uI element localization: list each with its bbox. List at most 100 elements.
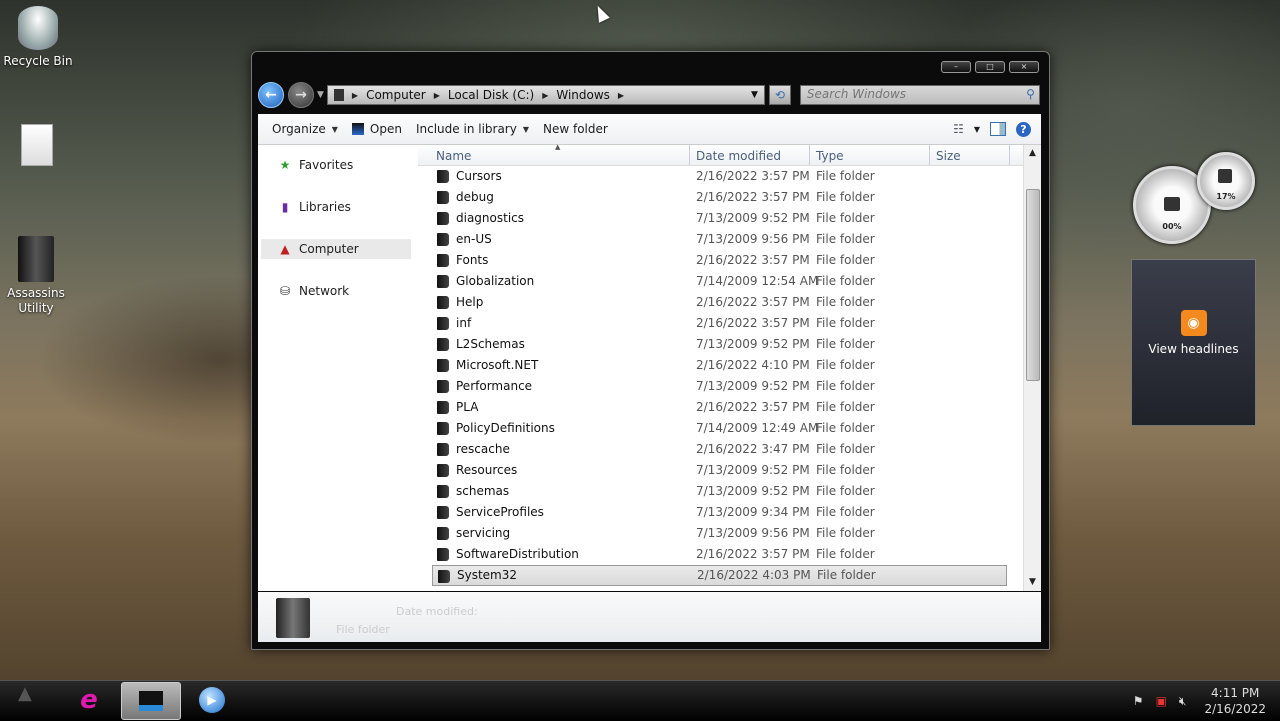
nav-item-network[interactable]: ⛁ Network	[261, 281, 411, 301]
file-row[interactable]: Cursors 2/16/2022 3:57 PM File folder	[418, 166, 1023, 187]
address-bar[interactable]: ▶ Computer ▶ Local Disk (C:) ▶ Windows ▶…	[326, 85, 765, 105]
folder-icon	[437, 275, 449, 288]
file-row[interactable]: PolicyDefinitions 7/14/2009 12:49 AM File …	[418, 418, 1023, 439]
scroll-up-button[interactable]: ▲	[1024, 145, 1041, 162]
file-date-modified: 2/16/2022 4:03 PM	[697, 568, 811, 582]
organize-button[interactable]: Organize ▼	[272, 122, 338, 136]
nav-item-favorites[interactable]: ★ Favorites	[261, 155, 411, 175]
breadcrumb-computer[interactable]: Computer	[366, 88, 426, 102]
file-row[interactable]: Performance 7/13/2009 9:52 PM File folder	[418, 376, 1023, 397]
file-row[interactable]: inf 2/16/2022 3:57 PM File folder	[418, 313, 1023, 334]
chevron-right-icon[interactable]: ▶	[434, 91, 440, 100]
desktop-icon-recycle-bin[interactable]: Recycle Bin	[0, 6, 78, 68]
address-dropdown-button[interactable]: ▼	[751, 90, 758, 100]
window-controls: – □ ×	[941, 61, 1039, 73]
nav-label: Computer	[299, 242, 359, 256]
open-button[interactable]: Open	[351, 122, 402, 136]
file-row[interactable]: SoftwareDistribution 2/16/2022 3:57 PM Fil…	[418, 544, 1023, 565]
breadcrumb-local-disk[interactable]: Local Disk (C:)	[448, 88, 534, 102]
desktop-icon-assassins-utility[interactable]: Assassins Utility	[0, 236, 76, 316]
file-date-modified: 7/14/2009 12:49 AM	[696, 421, 819, 435]
internet-explorer-icon: e	[80, 685, 98, 715]
file-row[interactable]: System32 2/16/2022 4:03 PM File folder	[432, 565, 1007, 586]
arrow-right-icon: →	[295, 87, 307, 103]
maximize-button[interactable]: □	[975, 61, 1005, 73]
file-type: File folder	[816, 358, 875, 372]
file-name: Cursors	[456, 169, 502, 183]
network-status-icon[interactable]: ▣	[1156, 694, 1167, 708]
headlines-gadget[interactable]: ◉ View headlines	[1131, 259, 1256, 426]
breadcrumb-windows[interactable]: Windows	[556, 88, 610, 102]
search-input[interactable]	[800, 86, 1013, 102]
chevron-right-icon[interactable]: ▶	[542, 91, 548, 100]
details-pane: Date modified: File folder	[258, 592, 1041, 642]
file-name: Microsoft.NET	[456, 358, 539, 372]
column-header-size[interactable]: Size	[930, 145, 1010, 165]
back-button[interactable]: ←	[258, 82, 284, 108]
file-row[interactable]: PLA 2/16/2022 3:57 PM File folder	[418, 397, 1023, 418]
file-date-modified: 2/16/2022 3:57 PM	[696, 190, 810, 204]
close-button[interactable]: ×	[1009, 61, 1039, 73]
scroll-thumb[interactable]	[1026, 189, 1040, 381]
recent-pages-dropdown[interactable]: ▼	[317, 90, 324, 100]
folder-icon	[437, 170, 449, 183]
chevron-right-icon[interactable]: ▶	[352, 91, 358, 100]
taskbar-internet-explorer[interactable]: e	[60, 682, 118, 718]
column-header-date[interactable]: Date modified	[690, 145, 810, 165]
scroll-down-button[interactable]: ▼	[1024, 574, 1041, 591]
search-icon[interactable]: ⚲	[1026, 87, 1035, 101]
file-row[interactable]: ServiceProfiles 7/13/2009 9:34 PM File fol…	[418, 502, 1023, 523]
assassins-utility-icon	[18, 236, 54, 282]
file-row[interactable]: Fonts 2/16/2022 3:57 PM File folder	[418, 250, 1023, 271]
file-row[interactable]: debug 2/16/2022 3:57 PM File folder	[418, 187, 1023, 208]
file-name: PLA	[456, 400, 479, 414]
folder-large-icon	[276, 598, 310, 638]
file-row[interactable]: rescache 2/16/2022 3:47 PM File folder	[418, 439, 1023, 460]
nav-label: Libraries	[299, 200, 351, 214]
volume-muted-icon[interactable]: 🔇︎	[1179, 694, 1187, 709]
clock[interactable]: 4:11 PM 2/16/2022	[1204, 685, 1266, 717]
file-type: File folder	[816, 253, 875, 267]
desktop-icon-document[interactable]	[0, 124, 77, 170]
file-name: en-US	[456, 232, 492, 246]
drive-icon	[351, 123, 364, 135]
column-header-type[interactable]: Type	[810, 145, 930, 165]
folder-icon	[437, 359, 449, 372]
file-row[interactable]: L2Schemas 7/13/2009 9:52 PM File folder	[418, 334, 1023, 355]
chevron-right-icon[interactable]: ▶	[618, 91, 624, 100]
preview-pane-icon[interactable]	[990, 122, 1006, 136]
file-row[interactable]: Microsoft.NET 2/16/2022 4:10 PM File folde…	[418, 355, 1023, 376]
memory-gauge[interactable]: 17%	[1197, 152, 1255, 210]
vertical-scrollbar[interactable]: ▲ ▼	[1023, 145, 1041, 591]
explorer-window: – □ × ← → ▼ ▶ Computer ▶ Local Disk (C:)…	[251, 51, 1050, 650]
action-center-flag-icon[interactable]: ⚑	[1133, 694, 1144, 708]
forward-button[interactable]: →	[288, 82, 314, 108]
view-headlines-link[interactable]: View headlines	[1132, 342, 1255, 356]
taskbar-media-player[interactable]: ▶	[183, 682, 241, 718]
star-icon: ★	[279, 158, 291, 172]
help-icon[interactable]: ?	[1016, 121, 1031, 137]
file-date-modified: 2/16/2022 3:57 PM	[696, 253, 810, 267]
cpu-value: 00%	[1162, 222, 1182, 231]
refresh-button[interactable]: ⟲	[768, 85, 791, 105]
file-row[interactable]: Globalization 7/14/2009 12:54 AM File fold…	[418, 271, 1023, 292]
nav-item-libraries[interactable]: ▮ Libraries	[261, 197, 411, 217]
taskbar-explorer[interactable]	[121, 682, 181, 720]
nav-item-computer[interactable]: ▲ Computer	[261, 239, 411, 259]
file-name: PolicyDefinitions	[456, 421, 555, 435]
view-dropdown-icon[interactable]: ▼	[974, 125, 980, 134]
file-row[interactable]: Resources 7/13/2009 9:52 PM File folder	[418, 460, 1023, 481]
file-row[interactable]: en-US 7/13/2009 9:56 PM File folder	[418, 229, 1023, 250]
folder-icon	[437, 548, 449, 561]
view-options-icon[interactable]: ☷	[953, 122, 964, 136]
file-row[interactable]: diagnostics 7/13/2009 9:52 PM File folder	[418, 208, 1023, 229]
start-button[interactable]: ▲	[18, 683, 38, 704]
new-folder-button[interactable]: New folder	[543, 122, 608, 136]
minimize-button[interactable]: –	[941, 61, 971, 73]
file-row[interactable]: Help 2/16/2022 3:57 PM File folder	[418, 292, 1023, 313]
file-type: File folder	[816, 274, 875, 288]
file-row[interactable]: schemas 7/13/2009 9:52 PM File folder	[418, 481, 1023, 502]
arrow-left-icon: ←	[265, 87, 277, 103]
include-in-library-button[interactable]: Include in library ▼	[416, 122, 529, 136]
file-row[interactable]: servicing 7/13/2009 9:56 PM File folder	[418, 523, 1023, 544]
